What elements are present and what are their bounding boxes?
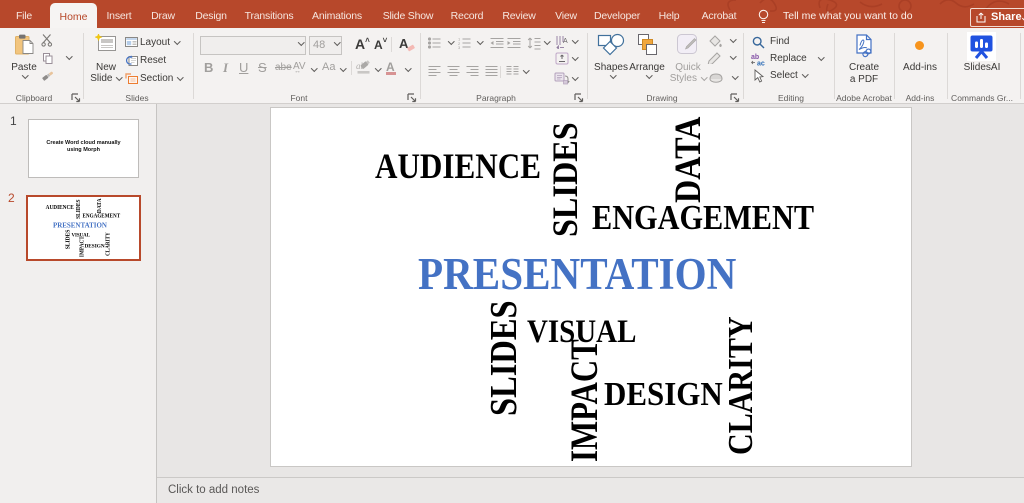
svg-text:3: 3 <box>458 45 461 49</box>
svg-text:A: A <box>563 38 568 45</box>
svg-text:ac: ac <box>757 61 765 67</box>
